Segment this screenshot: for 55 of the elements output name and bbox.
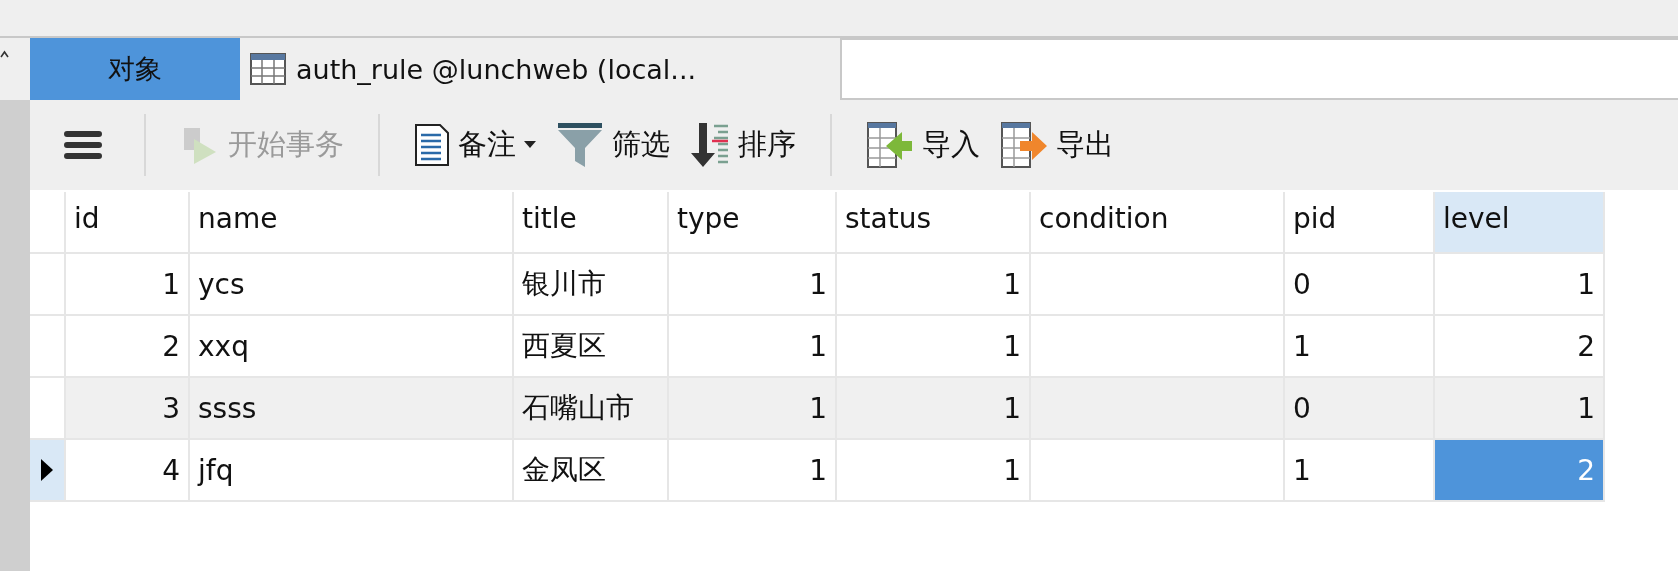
table-cell[interactable]: 1 (669, 316, 837, 378)
table-cell[interactable] (1031, 378, 1285, 440)
column-header[interactable]: status (837, 192, 1031, 254)
table-cell[interactable]: 金凤区 (514, 440, 669, 502)
table-cell[interactable] (1031, 254, 1285, 316)
table-cell[interactable] (1031, 316, 1285, 378)
toolbar-button[interactable]: 导出 (994, 117, 1120, 173)
table-cell[interactable]: 0 (1285, 254, 1435, 316)
table-cell[interactable]: 1 (837, 440, 1031, 502)
toolbar-button[interactable]: 备注 (408, 119, 542, 171)
table-cell[interactable]: ssss (190, 378, 514, 440)
table-cell[interactable]: 西夏区 (514, 316, 669, 378)
table-cell[interactable]: 银川市 (514, 254, 669, 316)
table-cell[interactable]: 1 (1435, 254, 1605, 316)
table-cell[interactable]: 0 (1285, 378, 1435, 440)
table-cell[interactable]: 1 (66, 254, 190, 316)
table-cell[interactable]: 石嘴山市 (514, 378, 669, 440)
table-cell[interactable]: 3 (66, 378, 190, 440)
toolbar-button[interactable]: 筛选 (550, 118, 676, 172)
sort-icon (690, 122, 730, 168)
import-icon (866, 121, 914, 169)
table-cell[interactable]: 1 (837, 316, 1031, 378)
table-cell[interactable]: 1 (837, 378, 1031, 440)
table-cell[interactable]: ycs (190, 254, 514, 316)
column-header[interactable]: name (190, 192, 514, 254)
table-cell[interactable] (1031, 440, 1285, 502)
column-header[interactable]: pid (1285, 192, 1435, 254)
table-cell[interactable]: 1 (1285, 316, 1435, 378)
row-indicator[interactable] (30, 440, 66, 502)
filter-icon (556, 122, 604, 168)
column-header[interactable]: condition (1031, 192, 1285, 254)
table-cell[interactable]: 1 (1285, 440, 1435, 502)
table-cell[interactable]: jfq (190, 440, 514, 502)
table-cell[interactable]: 1 (837, 254, 1031, 316)
table-cell[interactable]: 1 (669, 440, 837, 502)
table-cell[interactable]: 2 (66, 316, 190, 378)
toolbar-button[interactable]: 排序 (684, 118, 802, 172)
table-cell[interactable]: xxq (190, 316, 514, 378)
scroll-up-icon[interactable] (0, 50, 9, 58)
current-row-icon (40, 458, 54, 482)
table-cell[interactable]: 1 (669, 254, 837, 316)
table-cell[interactable]: 4 (66, 440, 190, 502)
table-cell[interactable]: 1 (669, 378, 837, 440)
table-icon (250, 53, 286, 85)
table-cell[interactable]: 1 (1435, 378, 1605, 440)
table-cell[interactable]: 2 (1435, 316, 1605, 378)
toolbar-button[interactable]: 导入 (860, 117, 986, 173)
tab[interactable]: 对象 (30, 38, 240, 100)
column-header[interactable]: id (66, 192, 190, 254)
document-icon (414, 123, 450, 167)
column-header[interactable]: type (669, 192, 837, 254)
menu-icon (64, 130, 102, 160)
column-header[interactable]: title (514, 192, 669, 254)
column-header[interactable]: level (1435, 192, 1605, 254)
export-icon (1000, 121, 1048, 169)
